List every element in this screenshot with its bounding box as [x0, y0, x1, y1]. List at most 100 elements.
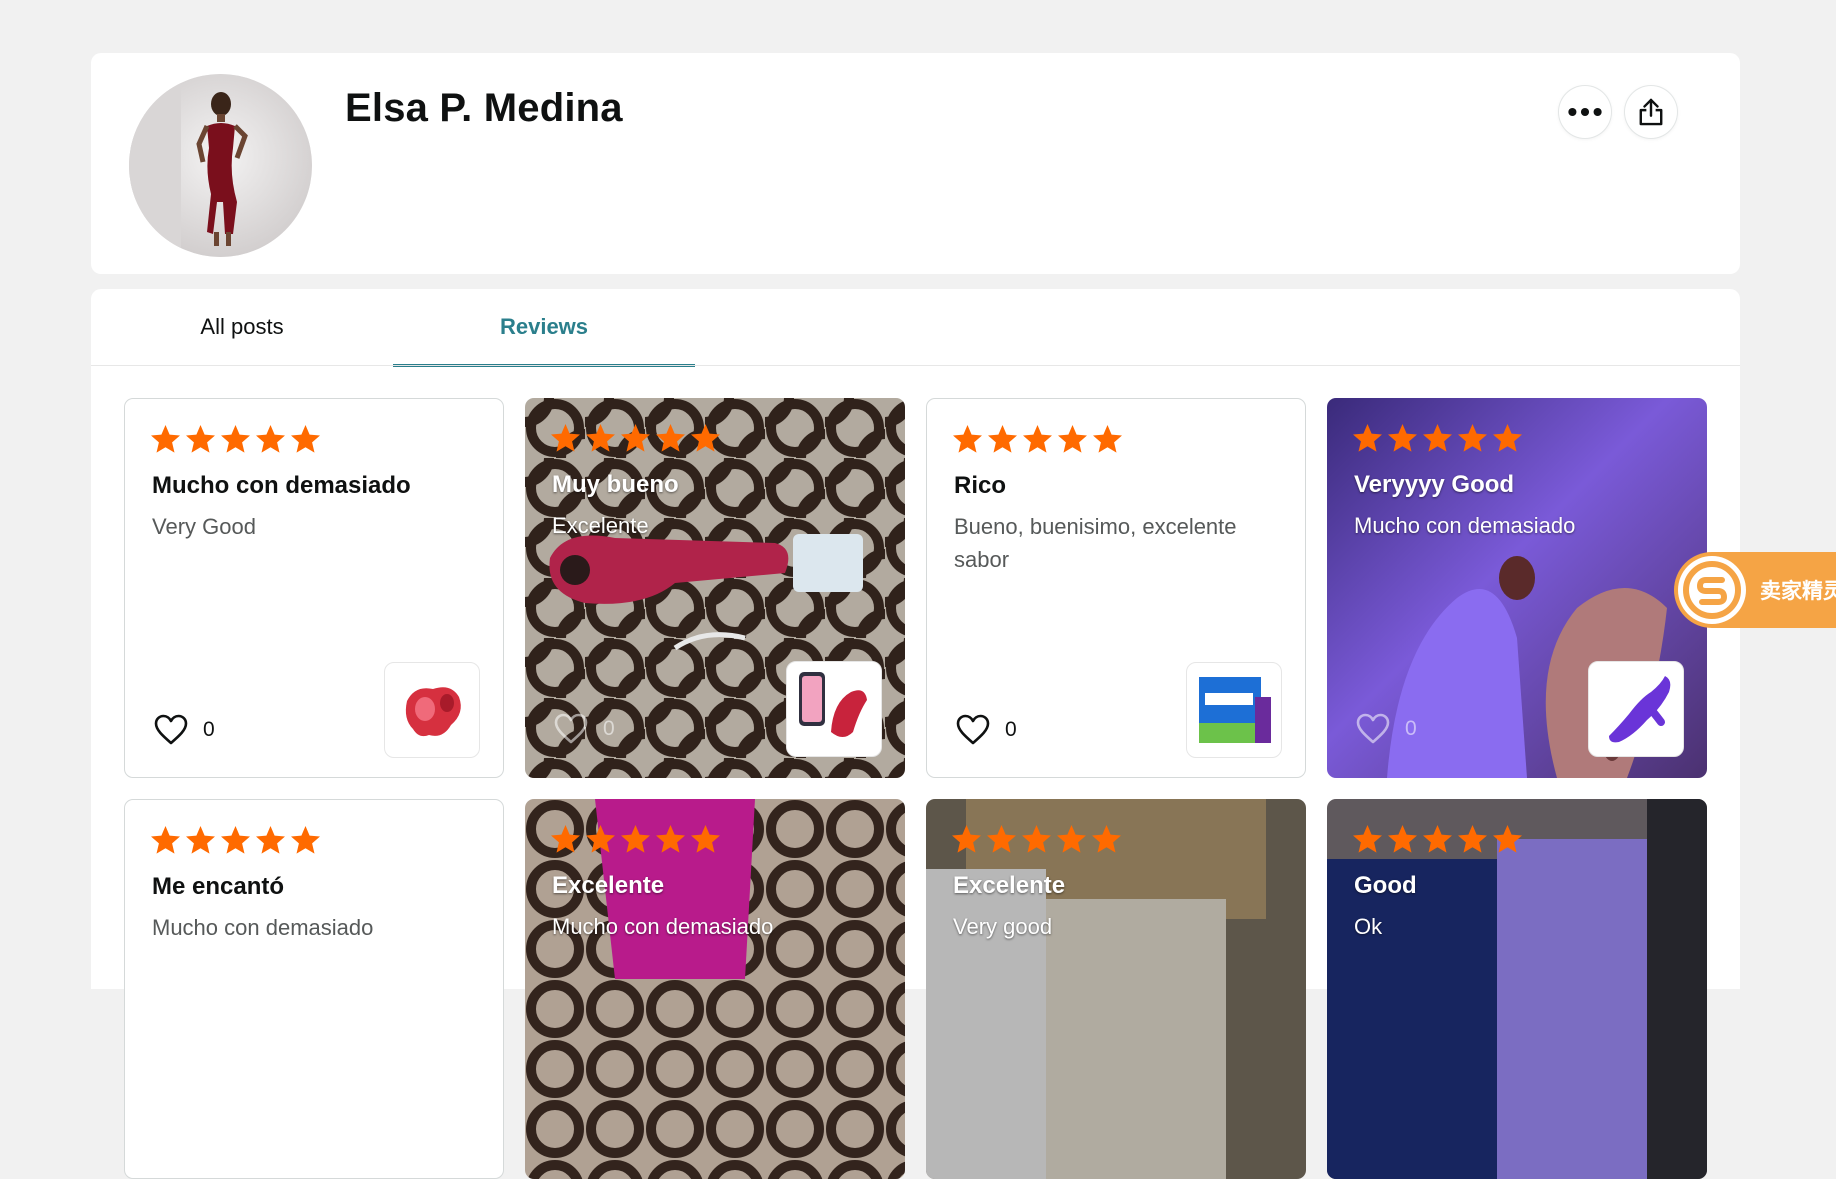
star-icon [1353, 825, 1382, 853]
star-icon [256, 425, 285, 453]
star-rating [1351, 422, 1524, 455]
review-card[interactable]: Mucho con demasiado Very Good 0 [124, 398, 504, 778]
star-icon [151, 826, 180, 854]
review-body: Very Good [152, 514, 256, 539]
avatar[interactable] [129, 74, 312, 257]
like-count: 0 [1005, 718, 1017, 741]
product-thumbnail[interactable] [1186, 662, 1282, 758]
like-row: 0 [955, 712, 1017, 748]
star-icon [656, 825, 685, 853]
review-title: Good [1354, 872, 1417, 899]
review-photo [525, 799, 905, 1179]
review-title: Excelente [953, 872, 1066, 899]
tab-reviews[interactable]: Reviews [393, 289, 695, 367]
star-icon [953, 425, 982, 453]
star-icon [291, 826, 320, 854]
review-card[interactable]: Muy bueno Excelente 0 [525, 398, 905, 778]
star-rating [950, 823, 1123, 856]
star-icon [186, 425, 215, 453]
tab-all-posts[interactable]: All posts [91, 289, 393, 365]
star-icon [621, 424, 650, 452]
star-icon [1458, 825, 1487, 853]
star-icon [551, 825, 580, 853]
review-body: Mucho con demasiado [1354, 513, 1576, 538]
share-icon [1639, 98, 1663, 126]
review-card[interactable]: Veryyyy Good Mucho con demasiado 0 [1327, 398, 1707, 778]
review-title: Veryyyy Good [1354, 471, 1515, 498]
star-icon [1023, 425, 1052, 453]
star-icon [691, 424, 720, 452]
star-icon [987, 825, 1016, 853]
star-rating [549, 823, 722, 856]
review-body: Excelente [552, 513, 649, 538]
star-icon [151, 425, 180, 453]
review-body: Bueno, buenisimo, excelente sabor [954, 514, 1237, 572]
star-icon [1458, 424, 1487, 452]
star-icon [1423, 424, 1452, 452]
star-icon [586, 424, 615, 452]
star-rating [149, 423, 322, 456]
more-dots-icon [1568, 107, 1602, 117]
review-body: Mucho con demasiado [152, 915, 374, 940]
review-card[interactable]: Good Ok [1327, 799, 1707, 1179]
heart-icon[interactable] [153, 712, 189, 748]
heart-icon[interactable] [1355, 711, 1391, 747]
extension-label: 卖家精灵 [1760, 580, 1836, 603]
star-icon [1423, 825, 1452, 853]
star-icon [1353, 424, 1382, 452]
star-rating [1351, 823, 1524, 856]
star-icon [1388, 424, 1417, 452]
star-icon [1092, 825, 1121, 853]
review-body: Ok [1354, 914, 1383, 939]
star-rating [549, 422, 722, 455]
review-title: Muy bueno [552, 471, 679, 498]
star-icon [952, 825, 981, 853]
star-icon [1493, 424, 1522, 452]
star-icon [1093, 425, 1122, 453]
star-icon [186, 826, 215, 854]
review-body: Very good [953, 914, 1053, 939]
star-rating [951, 423, 1124, 456]
star-icon [1388, 825, 1417, 853]
product-thumbnail[interactable] [1588, 661, 1684, 757]
star-icon [656, 424, 685, 452]
star-icon [988, 425, 1017, 453]
review-photo [926, 799, 1306, 1179]
star-icon [291, 425, 320, 453]
star-icon [256, 826, 285, 854]
review-title: Mucho con demasiado [152, 472, 411, 499]
star-icon [1058, 425, 1087, 453]
tabs-divider [91, 365, 1740, 366]
star-icon [621, 825, 650, 853]
like-count: 0 [603, 717, 615, 740]
heart-icon[interactable] [955, 712, 991, 748]
product-thumbnail[interactable] [786, 661, 882, 757]
review-photo [1327, 799, 1707, 1179]
star-icon [691, 825, 720, 853]
review-card[interactable]: Excelente Very good [926, 799, 1306, 1179]
review-card[interactable]: Excelente Mucho con demasiado [525, 799, 905, 1179]
star-icon [1022, 825, 1051, 853]
star-icon [551, 424, 580, 452]
star-icon [221, 425, 250, 453]
product-thumbnail[interactable] [384, 662, 480, 758]
review-title: Me encantó [152, 873, 285, 900]
profile-name: Elsa P. Medina [345, 86, 623, 130]
star-icon [1493, 825, 1522, 853]
star-icon [221, 826, 250, 854]
review-title: Excelente [552, 872, 665, 899]
more-options-button[interactable] [1559, 86, 1611, 138]
share-button[interactable] [1625, 86, 1677, 138]
review-card[interactable]: Rico Bueno, buenisimo, excelente sabor 0 [926, 398, 1306, 778]
like-row: 0 [153, 712, 215, 748]
extension-floating-badge[interactable]: 卖家精灵 [1674, 552, 1836, 628]
heart-icon[interactable] [553, 711, 589, 747]
star-icon [1057, 825, 1086, 853]
review-card[interactable]: Me encantó Mucho con demasiado [124, 799, 504, 1179]
star-rating [149, 824, 322, 857]
like-count: 0 [203, 718, 215, 741]
like-row: 0 [1355, 711, 1417, 747]
profile-card: Elsa P. Medina [91, 53, 1740, 274]
review-title: Rico [954, 472, 1007, 499]
review-body: Mucho con demasiado [552, 914, 774, 939]
